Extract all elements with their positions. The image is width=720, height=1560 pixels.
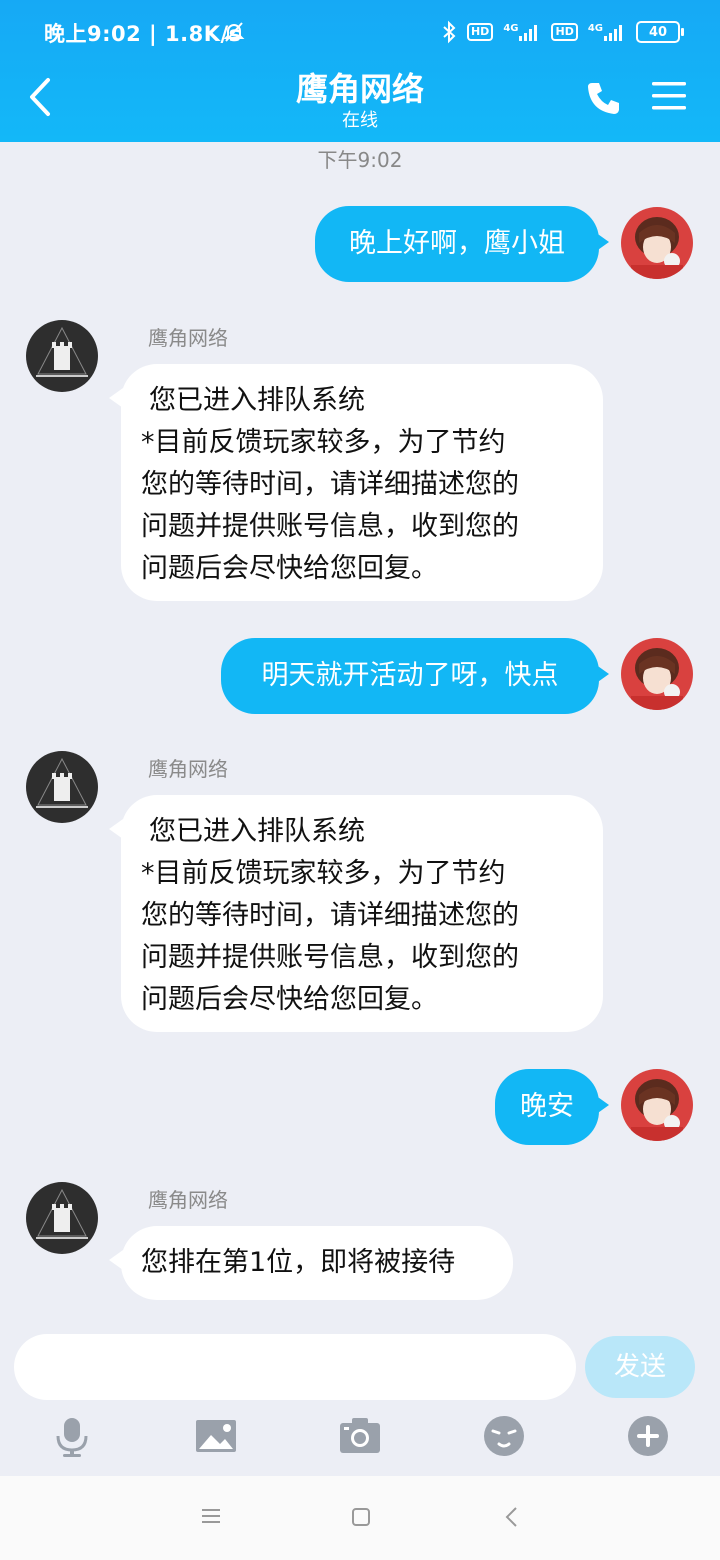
sender-name: 鹰角网络 <box>148 757 228 781</box>
user-avatar-image <box>621 207 693 279</box>
back-arrow-icon[interactable] <box>22 74 62 120</box>
message-input[interactable] <box>14 1334 576 1400</box>
avatar[interactable] <box>621 1069 693 1141</box>
online-status: 在线 <box>342 110 378 131</box>
hd-badge: HD <box>466 23 494 41</box>
avatar[interactable] <box>26 751 98 823</box>
sender-name: 鹰角网络 <box>148 326 228 350</box>
avatar[interactable] <box>26 320 98 392</box>
chat-title: 鹰角网络 <box>295 70 424 108</box>
sender-name: 鹰角网络 <box>148 1188 228 1212</box>
rhodes-island-logo <box>26 320 98 392</box>
microphone-icon[interactable] <box>50 1414 94 1458</box>
plus-icon[interactable] <box>626 1414 670 1458</box>
message-bubble-incoming[interactable]: 您排在第1位，即将被接待 <box>109 1226 513 1300</box>
phone-icon[interactable] <box>584 78 624 118</box>
message-bubble-outgoing[interactable]: 明天就开活动了呀，快点 <box>221 638 609 714</box>
back-nav-icon[interactable] <box>502 1505 522 1529</box>
avatar[interactable] <box>26 1182 98 1254</box>
message-bubble-outgoing[interactable]: 晚安 <box>495 1069 609 1145</box>
bluetooth-icon <box>443 20 456 44</box>
avatar[interactable] <box>621 207 693 279</box>
message-bubble-incoming[interactable]: 您已进入排队系统 *目前反馈玩家较多，为了节约 您的等待时间，请详细描述您的 问… <box>109 795 603 1032</box>
avatar[interactable] <box>621 638 693 710</box>
user-avatar-image <box>621 1069 693 1141</box>
rhodes-island-logo <box>26 1182 98 1254</box>
message-bubble-outgoing[interactable]: 晚上好啊，鹰小姐 <box>315 206 609 282</box>
menu-icon[interactable] <box>650 78 688 114</box>
home-icon[interactable] <box>350 1506 372 1528</box>
message-timestamp: 下午9:02 <box>317 148 403 172</box>
chat-header: 晚上9:02 | 1.8K/s HD 4G HD 4G 40 鹰角网络 在线 <box>0 0 720 142</box>
system-navigation-bar <box>0 1476 720 1560</box>
recent-apps-icon[interactable] <box>200 1506 222 1526</box>
emoji-icon[interactable] <box>482 1414 526 1458</box>
user-avatar-image <box>621 638 693 710</box>
image-icon[interactable] <box>194 1414 238 1458</box>
status-icons: HD 4G HD 4G 40 <box>441 18 684 46</box>
signal-2-icon: 4G <box>588 23 626 41</box>
hd-badge-2: HD <box>551 23 578 41</box>
status-bar: 晚上9:02 | 1.8K/s HD 4G HD 4G 40 <box>0 0 720 62</box>
camera-icon[interactable] <box>338 1414 382 1458</box>
rhodes-island-logo <box>26 751 98 823</box>
status-time-speed: 晚上9:02 | 1.8K/s <box>44 22 242 46</box>
send-button[interactable]: 发送 <box>585 1336 695 1398</box>
message-bubble-incoming[interactable]: 您已进入排队系统 *目前反馈玩家较多，为了节约 您的等待时间，请详细描述您的 问… <box>109 364 603 601</box>
battery-icon: 40 <box>636 21 684 43</box>
signal-1-icon: 4G <box>503 23 541 41</box>
mute-bell-icon <box>223 22 245 42</box>
